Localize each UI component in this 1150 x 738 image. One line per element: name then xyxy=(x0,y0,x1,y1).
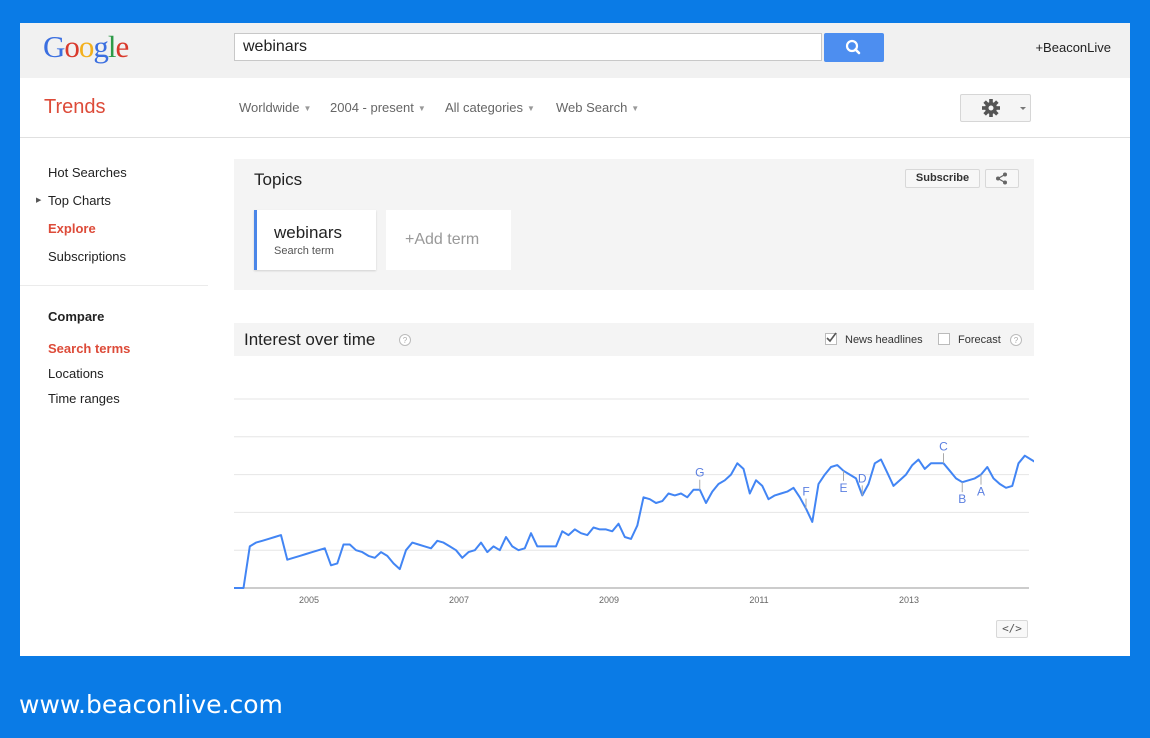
compare-item-locations[interactable]: Locations xyxy=(48,366,104,381)
annotation-label: B xyxy=(958,492,966,506)
annotation-label: A xyxy=(977,485,985,499)
sidebar-item-hot-searches[interactable]: Hot Searches xyxy=(48,165,127,180)
x-tick-label: 2011 xyxy=(749,595,768,605)
embed-button[interactable]: </> xyxy=(996,620,1028,638)
top-bar: Google webinars +BeaconLive xyxy=(20,23,1130,78)
x-tick-label: 2013 xyxy=(899,595,919,605)
news-headlines-label[interactable]: News headlines xyxy=(845,334,923,346)
share-icon xyxy=(996,172,1007,185)
trends-title[interactable]: Trends xyxy=(44,96,106,119)
subscribe-button[interactable]: Subscribe xyxy=(905,169,980,188)
forecast-checkbox[interactable] xyxy=(938,333,950,345)
gear-icon xyxy=(982,99,1026,117)
compare-header: Compare xyxy=(48,309,105,324)
caret-down-icon: ▼ xyxy=(303,104,312,114)
forecast-help-icon[interactable]: ? xyxy=(1010,334,1022,346)
trends-page: Google webinars +BeaconLive Trends World… xyxy=(20,23,1130,656)
search-icon xyxy=(845,39,861,55)
compare-item-time-ranges[interactable]: Time ranges xyxy=(48,391,120,406)
sidebar-item-top-charts[interactable]: Top Charts xyxy=(48,193,111,208)
sidebar-item-explore[interactable]: Explore xyxy=(48,221,96,236)
x-tick-label: 2005 xyxy=(299,595,319,605)
forecast-label[interactable]: Forecast xyxy=(958,334,1001,346)
expand-triangle-icon[interactable]: ▶ xyxy=(36,196,41,204)
location-dropdown[interactable]: Worldwide ▼ xyxy=(239,100,311,115)
annotation-label: E xyxy=(839,481,847,495)
settings-button[interactable] xyxy=(960,94,1031,122)
compare-item-search-terms[interactable]: Search terms xyxy=(48,341,130,356)
interest-over-time-header: Interest over time ? News headlines Fore… xyxy=(234,323,1034,356)
x-tick-label: 2007 xyxy=(449,595,469,605)
topics-panel: Topics Subscribe webinars Search term +A… xyxy=(234,159,1034,290)
caret-down-icon: ▼ xyxy=(631,104,640,114)
sidebar-item-subscriptions[interactable]: Subscriptions xyxy=(48,249,126,264)
caret-down-icon: ▼ xyxy=(527,104,535,114)
annotation-label: F xyxy=(802,485,809,499)
trends-bar: Trends Worldwide ▼ 2004 - present ▼ All ca… xyxy=(20,78,1130,138)
annotation-label: G xyxy=(695,466,704,480)
interest-over-time-title: Interest over time xyxy=(244,330,376,349)
user-link[interactable]: +BeaconLive xyxy=(1035,40,1111,55)
annotation-label: D xyxy=(858,471,867,485)
search-term-card[interactable]: webinars Search term xyxy=(254,210,376,270)
sidebar-divider xyxy=(20,285,208,286)
annotation-label: C xyxy=(939,439,948,453)
time-range-dropdown[interactable]: 2004 - present ▼ xyxy=(330,100,426,115)
category-dropdown[interactable]: All categories ▼ xyxy=(445,100,535,115)
search-term-type: Search term xyxy=(274,245,334,257)
checkmark-icon xyxy=(826,332,837,343)
series-line-webinars xyxy=(234,454,1034,589)
share-button[interactable] xyxy=(985,169,1019,188)
caret-down-icon xyxy=(1020,107,1026,110)
topics-title: Topics xyxy=(254,170,303,189)
footer-url: www.beaconlive.com xyxy=(19,690,283,719)
interest-chart: 2005 2007 2009 2011 2013 G F ED C BA xyxy=(234,398,1034,605)
google-logo[interactable]: Google xyxy=(43,29,129,65)
add-term-button[interactable]: +Add term xyxy=(386,210,511,270)
search-term-name: webinars xyxy=(274,223,343,242)
search-type-dropdown[interactable]: Web Search ▼ xyxy=(556,100,639,115)
news-headlines-checkbox[interactable] xyxy=(825,332,837,345)
help-icon[interactable]: ? xyxy=(399,334,411,346)
caret-down-icon: ▼ xyxy=(417,104,426,114)
x-tick-label: 2009 xyxy=(599,595,619,605)
search-button[interactable] xyxy=(824,33,884,62)
search-input[interactable]: webinars xyxy=(234,33,822,61)
